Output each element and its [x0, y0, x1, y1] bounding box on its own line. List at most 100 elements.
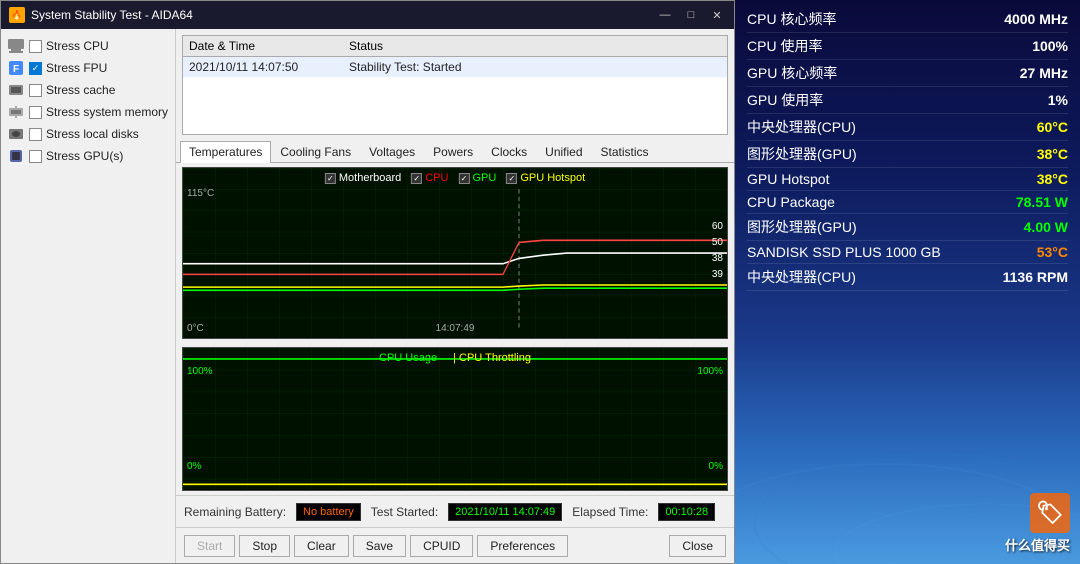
stress-item-stress-fpu: F ✓ Stress FPU — [5, 57, 171, 79]
tab-unified[interactable]: Unified — [536, 141, 591, 162]
stat-row: 中央处理器(CPU) 60°C — [747, 114, 1068, 141]
stress-label-stress-disks: Stress local disks — [46, 127, 139, 141]
stat-row: 图形处理器(GPU)38°C — [747, 141, 1068, 168]
stat-value: 1% — [1048, 92, 1068, 108]
stress-label-stress-cpu: Stress CPU — [46, 39, 109, 53]
stat-label: 图形处理器(GPU) — [747, 217, 857, 237]
legend-gpu-hotspot: ✓ GPU Hotspot — [506, 172, 585, 184]
window-close-button[interactable]: ✕ — [708, 6, 726, 24]
temp-y-min: 0°C — [187, 323, 214, 334]
stress-label-stress-fpu: Stress FPU — [46, 61, 107, 75]
stress-icon-stress-cpu — [7, 37, 25, 55]
cpuid-button[interactable]: CPUID — [410, 535, 473, 557]
elapsed-value: 00:10:28 — [658, 503, 715, 521]
stress-icon-stress-gpu — [7, 147, 25, 165]
stat-value: 78.51 W — [1016, 194, 1068, 210]
stress-icon-stress-cache — [7, 81, 25, 99]
stress-label-stress-gpu: Stress GPU(s) — [46, 149, 123, 163]
elapsed-label: Elapsed Time: — [572, 505, 648, 519]
temp-chart-legend: ✓ Motherboard ✓ CPU ✓ GPU ✓ — [325, 172, 585, 184]
stat-value: 4.00 W — [1024, 219, 1068, 235]
stat-label: 中央处理器(CPU) — [747, 117, 856, 137]
temp-y-labels: 115°C 0°C — [187, 168, 214, 338]
temp-time-label: 14:07:49 — [436, 323, 475, 334]
stress-icon-stress-memory — [7, 103, 25, 121]
stat-label: CPU 使用率 — [747, 36, 822, 56]
stress-item-stress-cpu: Stress CPU — [5, 35, 171, 57]
stats-content: CPU 核心频率4000 MHzCPU 使用率100%GPU 核心频率27 MH… — [735, 0, 1080, 297]
log-header: Date & Time Status — [183, 36, 727, 57]
stress-item-stress-gpu: Stress GPU(s) — [5, 145, 171, 167]
checkbox-stress-cache[interactable] — [29, 84, 42, 97]
stress-item-stress-memory: Stress system memory — [5, 101, 171, 123]
status-bar: Remaining Battery: No battery Test Start… — [176, 495, 734, 527]
log-status: Stability Test: Started — [349, 60, 721, 74]
tab-clocks[interactable]: Clocks — [482, 141, 536, 162]
cpu-pct-top-left: 100% — [187, 366, 213, 377]
watermark-text: 什么值得买 — [1005, 535, 1070, 554]
stat-value: 60°C — [1037, 119, 1068, 135]
stress-label-stress-cache: Stress cache — [46, 83, 115, 97]
stat-label: GPU 使用率 — [747, 90, 823, 110]
temp-val-60: 60 — [712, 219, 723, 235]
stop-button[interactable]: Stop — [239, 535, 290, 557]
stat-row: 中央处理器(CPU)1136 RPM — [747, 264, 1068, 291]
tabs-bar: TemperaturesCooling FansVoltagesPowersCl… — [176, 141, 734, 163]
stat-row: CPU Package 78.51 W — [747, 191, 1068, 214]
log-row: 2021/10/11 14:07:50 Stability Test: Star… — [183, 57, 727, 77]
checkbox-stress-cpu[interactable] — [29, 40, 42, 53]
checkbox-stress-fpu[interactable]: ✓ — [29, 62, 42, 75]
maximize-button[interactable]: □ — [682, 6, 700, 24]
stress-item-stress-disks: Stress local disks — [5, 123, 171, 145]
minimize-button[interactable]: — — [656, 6, 674, 24]
tab-voltages[interactable]: Voltages — [360, 141, 424, 162]
battery-label: Remaining Battery: — [184, 505, 286, 519]
stat-label: CPU 核心频率 — [747, 9, 836, 29]
stat-label: SANDISK SSD PLUS 1000 GB — [747, 244, 941, 260]
temp-chart-svg — [183, 168, 727, 338]
tab-statistics[interactable]: Statistics — [592, 141, 658, 162]
title-text: System Stability Test - AIDA64 — [31, 8, 656, 22]
stat-label: GPU Hotspot — [747, 171, 829, 187]
log-table: Date & Time Status 2021/10/11 14:07:50 S… — [182, 35, 728, 135]
preferences-button[interactable]: Preferences — [477, 535, 568, 557]
cpu-chart-svg — [183, 348, 727, 490]
stats-panel: CPU 核心频率4000 MHzCPU 使用率100%GPU 核心频率27 MH… — [735, 0, 1080, 564]
tab-powers[interactable]: Powers — [424, 141, 482, 162]
start-button[interactable]: Start — [184, 535, 235, 557]
test-started-label: Test Started: — [371, 505, 438, 519]
app-panel: 🔥 System Stability Test - AIDA64 — □ ✕ S… — [0, 0, 735, 564]
close-button[interactable]: Close — [669, 535, 726, 557]
stress-icon-stress-disks — [7, 125, 25, 143]
stat-label: 中央处理器(CPU) — [747, 267, 856, 287]
temp-val-38: 38 — [712, 251, 723, 267]
log-header-datetime: Date & Time — [189, 39, 349, 53]
stat-value: 27 MHz — [1020, 65, 1068, 81]
battery-value: No battery — [296, 503, 361, 521]
stat-row: GPU Hotspot 38°C — [747, 168, 1068, 191]
title-bar: 🔥 System Stability Test - AIDA64 — □ ✕ — [1, 1, 734, 29]
save-button[interactable]: Save — [353, 535, 406, 557]
app-icon: 🔥 — [9, 7, 25, 23]
tab-temperatures[interactable]: Temperatures — [180, 141, 271, 163]
svg-text:F: F — [13, 64, 19, 75]
clear-button[interactable]: Clear — [294, 535, 349, 557]
stat-value: 100% — [1032, 38, 1068, 54]
watermark: 🏷 什么值得买 — [1005, 493, 1070, 554]
cpu-pct-top-right: 100% — [697, 366, 723, 377]
tab-cooling-fans[interactable]: Cooling Fans — [271, 141, 360, 162]
main-content: Stress CPU F ✓ Stress FPU Stress cache Stress… — [1, 29, 734, 563]
checkbox-stress-gpu[interactable] — [29, 150, 42, 163]
stat-label: CPU Package — [747, 194, 835, 210]
watermark-logo: 🏷 — [1030, 493, 1070, 533]
stat-value: 38°C — [1037, 171, 1068, 187]
stress-icon-stress-fpu: F — [7, 59, 25, 77]
legend-cpu: ✓ CPU — [411, 172, 448, 184]
stat-label: GPU 核心频率 — [747, 63, 837, 83]
checkbox-stress-disks[interactable] — [29, 128, 42, 141]
stat-row: GPU 核心频率 27 MHz — [747, 60, 1068, 87]
checkbox-stress-memory[interactable] — [29, 106, 42, 119]
stat-value: 38°C — [1037, 146, 1068, 162]
stress-item-stress-cache: Stress cache — [5, 79, 171, 101]
test-started-value: 2021/10/11 14:07:49 — [448, 503, 562, 521]
